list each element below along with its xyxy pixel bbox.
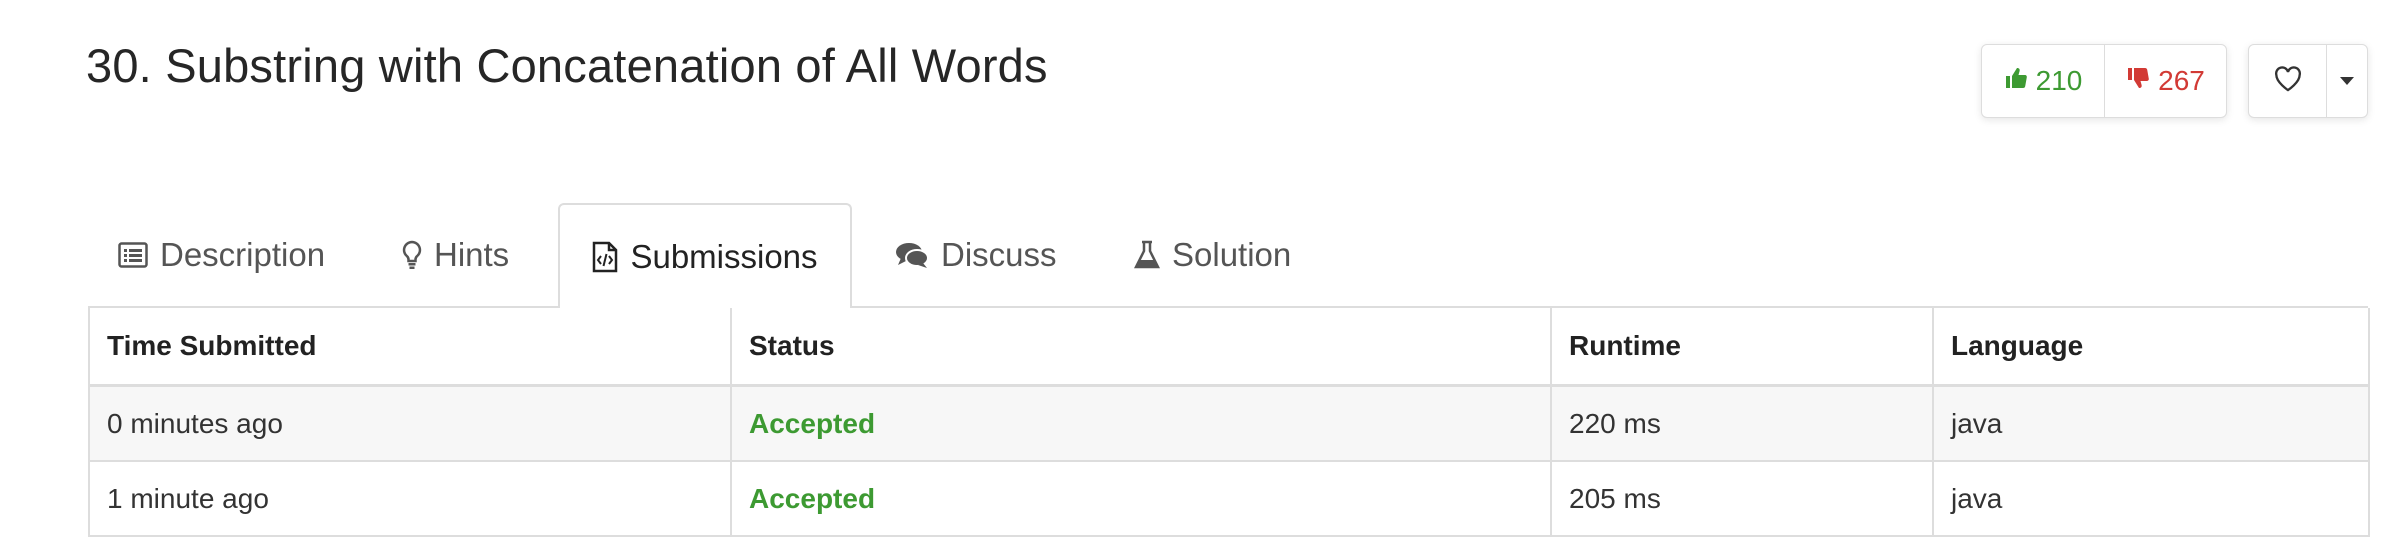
header-language: Language [1932, 308, 2370, 387]
tab-hints-label: Hints [434, 236, 510, 273]
cell-status: Accepted [730, 385, 1552, 462]
cell-language: java [1932, 461, 2370, 537]
vote-group: 210 267 [1981, 44, 2227, 118]
cell-runtime: 220 ms [1550, 385, 1934, 462]
tab-description-label: Description [160, 236, 326, 273]
table-row: 0 minutes ago Accepted 220 ms java [88, 385, 2370, 462]
submissions-table: Time Submitted Status Runtime Language 0… [88, 308, 2370, 537]
tab-hints[interactable]: Hints [402, 204, 509, 306]
tab-submissions[interactable]: Submissions [558, 203, 852, 308]
dislike-count: 267 [2158, 65, 2205, 96]
favorite-button[interactable] [2249, 45, 2327, 117]
thumbs-up-icon [2004, 65, 2028, 97]
status-link[interactable]: Accepted [749, 408, 875, 439]
tab-solution-label: Solution [1172, 236, 1292, 273]
cell-language: java [1932, 385, 2370, 462]
like-count: 210 [2035, 65, 2083, 96]
dislike-button[interactable]: 267 [2105, 45, 2226, 117]
flask-icon [1134, 240, 1160, 270]
cell-runtime: 205 ms [1550, 461, 1934, 537]
table-row: 1 minute ago Accepted 205 ms java [88, 461, 2370, 537]
cell-status: Accepted [730, 461, 1552, 537]
header-status: Status [730, 308, 1552, 387]
caret-down-icon [2340, 77, 2354, 85]
header-runtime: Runtime [1550, 308, 1934, 387]
tab-description[interactable]: Description [118, 204, 325, 306]
status-link[interactable]: Accepted [749, 483, 875, 514]
code-file-icon [592, 241, 618, 273]
favorite-group [2248, 44, 2368, 118]
table-header-row: Time Submitted Status Runtime Language [88, 308, 2370, 387]
problem-title: 30. Substring with Concatenation of All … [86, 39, 1048, 92]
like-button[interactable]: 210 [1982, 45, 2105, 117]
tab-solution[interactable]: Solution [1134, 204, 1291, 306]
lightbulb-icon [402, 240, 422, 270]
tab-discuss-label: Discuss [941, 236, 1057, 273]
comments-icon [895, 241, 929, 269]
cell-time: 0 minutes ago [88, 385, 732, 462]
tab-submissions-label: Submissions [630, 237, 818, 275]
header-time-submitted: Time Submitted [88, 308, 732, 387]
list-icon [118, 242, 148, 268]
thumbs-down-icon [2126, 65, 2150, 97]
heart-icon [2274, 65, 2302, 97]
cell-time: 1 minute ago [88, 461, 732, 537]
favorite-dropdown-button[interactable] [2327, 45, 2367, 117]
tab-discuss[interactable]: Discuss [895, 204, 1057, 306]
